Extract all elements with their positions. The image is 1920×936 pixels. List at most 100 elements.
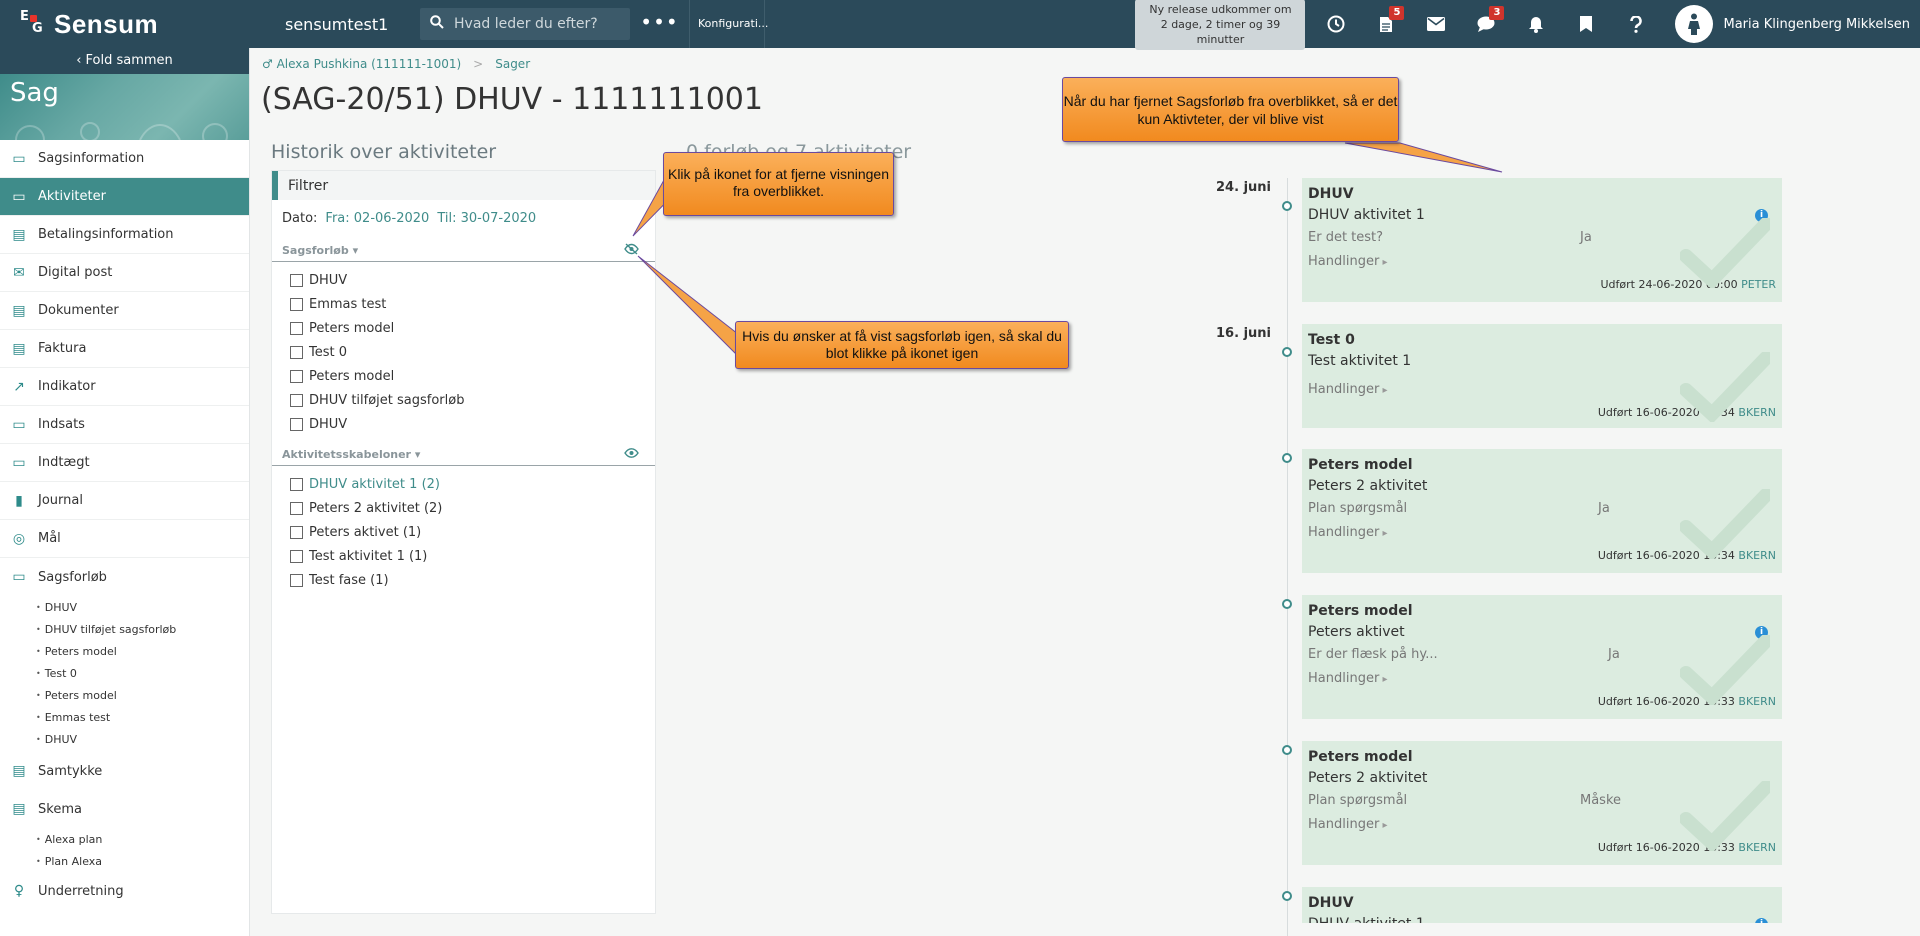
chart-icon: ↗: [13, 378, 25, 395]
activity-card[interactable]: DHUV DHUV aktivitet 1 i: [1302, 887, 1782, 923]
checkbox[interactable]: [290, 477, 303, 491]
sidebar-item-indsats[interactable]: ▭ Indsats: [0, 406, 249, 444]
callout-eye-tip: Klik på ikonet for at fjerne visningen f…: [663, 152, 894, 216]
card-title: DHUV: [1308, 895, 1354, 911]
sidebar-item-indtaegt[interactable]: ▭ Indtægt: [0, 444, 249, 482]
breadcrumb-sager[interactable]: Sager: [495, 57, 530, 71]
sidebar-subitem[interactable]: DHUV: [0, 728, 249, 750]
logo[interactable]: E G Sensum: [0, 0, 250, 48]
tenant-name[interactable]: sensumtest1: [250, 15, 420, 34]
activity-card[interactable]: DHUV DHUV aktivitet 1i Er det test? Ja Ha…: [1302, 178, 1782, 302]
checkbox[interactable]: [290, 549, 303, 563]
checkbox[interactable]: [290, 501, 303, 515]
configuration-menu[interactable]: Konfigurati...: [690, 0, 768, 48]
sidebar-item-label: Dokumenter: [38, 303, 119, 318]
fold-collapse-button[interactable]: ‹ Fold sammen: [0, 48, 249, 74]
bell-icon[interactable]: [1511, 0, 1561, 48]
filter-checkbox[interactable]: Test aktivitet 1 (1): [290, 544, 655, 568]
clock-icon[interactable]: [1311, 0, 1361, 48]
sidebar-item-label: Samtykke: [38, 763, 103, 779]
sidebar-item-underretning[interactable]: ♀ Underretning: [0, 872, 249, 910]
sidebar-subitem[interactable]: Test 0: [0, 662, 249, 684]
date-filter: Dato: Fra: 02-06-2020 Til: 30-07-2020: [272, 208, 655, 228]
filter-checkbox[interactable]: Peters 2 aktivitet (2): [290, 496, 655, 520]
activity-card[interactable]: Peters model Peters 2 aktivitet Plan spø…: [1302, 741, 1782, 865]
checkbox[interactable]: [290, 369, 303, 383]
activity-card[interactable]: Peters model Peters 2 aktivitet Plan spø…: [1302, 449, 1782, 573]
card-question-row: Plan spørgsmål Ja: [1308, 497, 1776, 521]
filter-checkbox[interactable]: Emmas test: [290, 292, 655, 316]
group-sagsforloeb-label: Sagsforløb: [282, 244, 349, 257]
checkbox[interactable]: [290, 297, 303, 311]
more-menu-button[interactable]: •••: [630, 0, 690, 48]
search-icon: [430, 15, 444, 33]
search-input[interactable]: [454, 16, 614, 32]
sidebar-item-label: Indsats: [38, 417, 85, 432]
info-icon[interactable]: i: [1755, 917, 1768, 923]
sidebar-item-faktura[interactable]: ▤ Faktura: [0, 330, 249, 368]
checkbox[interactable]: [290, 525, 303, 539]
filter-checkbox[interactable]: DHUV: [290, 412, 655, 436]
user-menu[interactable]: Maria Klingenberg Mikkelsen: [1661, 0, 1920, 48]
sidebar-item-betalingsinformation[interactable]: ▤ Betalingsinformation: [0, 216, 249, 254]
banner-decoration: [15, 122, 228, 140]
activity-card[interactable]: Peters model Peters aktivet i Er der flæs…: [1302, 595, 1782, 719]
filter-checkbox[interactable]: DHUV: [290, 268, 655, 292]
filter-checkbox[interactable]: Test 0: [290, 340, 655, 364]
eye-slash-icon[interactable]: [624, 242, 639, 259]
filter-checkbox[interactable]: DHUV tilføjet sagsforløb: [290, 388, 655, 412]
checkbox[interactable]: [290, 417, 303, 431]
checkbox[interactable]: [290, 393, 303, 407]
documents-badge: 5: [1389, 6, 1405, 20]
chat-icon[interactable]: 3: [1461, 0, 1511, 48]
sidebar-subitem[interactable]: DHUV: [0, 596, 249, 618]
checkbox-label: Peters model: [309, 320, 395, 336]
sidebar-item-journal[interactable]: ▮ Journal: [0, 482, 249, 520]
sidebar-subitem[interactable]: DHUV tilføjet sagsforløb: [0, 618, 249, 640]
callout-top-right: Når du har fjernet Sagsforløb fra overbl…: [1062, 77, 1399, 142]
sidebar-subitem[interactable]: Emmas test: [0, 706, 249, 728]
release-line-1: Ny release udkommer om: [1149, 2, 1292, 16]
section-banner: Sag: [0, 74, 249, 140]
sidebar-item-label: Indikator: [38, 379, 96, 394]
sidebar-item-sagsforloeb[interactable]: ▭ Sagsforløb: [0, 558, 249, 596]
documents-icon[interactable]: 5: [1361, 0, 1411, 48]
card-subtitle: Peters 2 aktivitet: [1308, 478, 1428, 494]
sidebar-subitem[interactable]: Alexa plan: [0, 828, 249, 850]
date-from-link[interactable]: Fra: 02-06-2020: [325, 211, 429, 226]
sidebar-subitem[interactable]: Peters model: [0, 640, 249, 662]
activity-card[interactable]: Test 0 Test aktivitet 1 Handlinger Udfør…: [1302, 324, 1782, 428]
sidebar-item-dokumenter[interactable]: ▤ Dokumenter: [0, 292, 249, 330]
sidebar-subitem[interactable]: Plan Alexa: [0, 850, 249, 872]
filter-checkbox[interactable]: DHUV aktivitet 1 (2): [290, 472, 655, 496]
breadcrumb-person[interactable]: ♂ Alexa Pushkina (111111-1001): [262, 57, 461, 71]
sidebar-item-maal[interactable]: ◎ Mål: [0, 520, 249, 558]
sidebar-item-skema[interactable]: ▤ Skema: [0, 790, 249, 828]
group-sagsforloeb-toggle[interactable]: Sagsforløb ▾: [282, 244, 358, 257]
help-icon[interactable]: [1611, 0, 1661, 48]
income-icon: ▭: [12, 454, 26, 471]
filter-checkbox[interactable]: Peters model: [290, 364, 655, 388]
bookmark-icon[interactable]: [1561, 0, 1611, 48]
checkbox[interactable]: [290, 573, 303, 587]
checkbox[interactable]: [290, 273, 303, 287]
filter-checkbox[interactable]: Peters model: [290, 316, 655, 340]
sidebar-subitem[interactable]: Peters model: [0, 684, 249, 706]
sidebar-item-indikator[interactable]: ↗ Indikator: [0, 368, 249, 406]
eye-icon[interactable]: [624, 447, 639, 462]
sidebar-item-aktiviteter[interactable]: ▭ Aktiviteter: [0, 178, 249, 216]
date-to-link[interactable]: Til: 30-07-2020: [437, 211, 536, 226]
search-box[interactable]: [420, 8, 630, 40]
checkbox[interactable]: [290, 321, 303, 335]
card-question-row: Er det test? Ja: [1308, 226, 1776, 250]
sidebar-item-label: Faktura: [38, 341, 87, 356]
sidebar-item-samtykke[interactable]: ▤ Samtykke: [0, 752, 249, 790]
filter-checkbox[interactable]: Peters aktivet (1): [290, 520, 655, 544]
filter-header[interactable]: Filtrer: [272, 171, 655, 200]
filter-checkbox[interactable]: Test fase (1): [290, 568, 655, 592]
sidebar-item-sagsinformation[interactable]: ▭ Sagsinformation: [0, 140, 249, 178]
mail-icon[interactable]: [1411, 0, 1461, 48]
group-aktivitetsskabeloner-toggle[interactable]: Aktivitetsskabeloner ▾: [282, 448, 420, 461]
checkbox[interactable]: [290, 345, 303, 359]
sidebar-item-digital-post[interactable]: ✉ Digital post: [0, 254, 249, 292]
